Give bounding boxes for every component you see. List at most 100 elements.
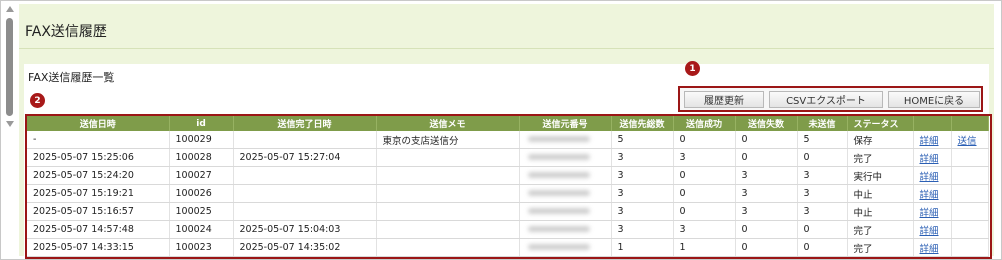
cell-memo xyxy=(376,238,520,257)
history-table-container: 送信日時 id 送信完了日時 送信メモ 送信元番号 送信先総数 送信成功 送信失… xyxy=(25,114,992,259)
header-memo[interactable]: 送信メモ xyxy=(376,116,520,131)
cell-success-count: 0 xyxy=(673,166,736,185)
cell-unsent-count: 0 xyxy=(797,220,848,239)
home-return-button[interactable]: HOMEに戻る xyxy=(888,91,980,108)
detail-link[interactable]: 詳細 xyxy=(913,166,952,185)
cell-source-number-redacted xyxy=(519,202,612,221)
detail-link[interactable]: 詳細 xyxy=(913,220,952,239)
header-completed-datetime[interactable]: 送信完了日時 xyxy=(233,116,377,131)
cell-unsent-count: 3 xyxy=(797,184,848,203)
redaction-blur xyxy=(527,154,590,160)
header-success-count[interactable]: 送信成功 xyxy=(673,116,736,131)
cell-id: 100028 xyxy=(169,148,234,167)
header-failure-count[interactable]: 送信失数 xyxy=(735,116,798,131)
cell-success-count: 3 xyxy=(673,220,736,239)
cell-source-number-redacted xyxy=(519,184,612,203)
cell-memo: 東京の支店送信分 xyxy=(376,131,520,149)
cell-id: 100025 xyxy=(169,202,234,221)
list-subtitle: FAX送信履歴一覧 xyxy=(28,71,115,84)
cell-memo xyxy=(376,184,520,203)
cell-status: 保存 xyxy=(847,131,914,149)
scroll-up-arrow-icon[interactable] xyxy=(6,6,14,12)
callout-badge-1: 1 xyxy=(685,61,700,76)
cell-empty xyxy=(951,220,989,239)
cell-completed-datetime xyxy=(233,166,377,185)
cell-empty xyxy=(951,148,989,167)
redaction-blur xyxy=(527,244,590,250)
detail-link[interactable]: 詳細 xyxy=(913,131,952,149)
cell-failure-count: 0 xyxy=(735,238,798,257)
table-row: - 100029 東京の支店送信分 5 0 0 5 保存 詳細 送信 xyxy=(27,131,989,149)
header-sent-datetime[interactable]: 送信日時 xyxy=(27,116,170,131)
cell-memo xyxy=(376,148,520,167)
scroll-down-arrow-icon[interactable] xyxy=(6,121,14,127)
redaction-blur xyxy=(527,136,590,142)
cell-id: 100029 xyxy=(169,131,234,149)
cell-completed-datetime: 2025-05-07 15:27:04 xyxy=(233,148,377,167)
cell-success-count: 0 xyxy=(673,202,736,221)
cell-total-recipients: 3 xyxy=(611,202,674,221)
cell-unsent-count: 3 xyxy=(797,202,848,221)
detail-link[interactable]: 詳細 xyxy=(913,184,952,203)
header-unsent-count[interactable]: 未送信 xyxy=(797,116,848,131)
header-status[interactable]: ステータス xyxy=(847,116,914,131)
csv-export-button[interactable]: CSVエクスポート xyxy=(769,91,883,108)
redaction-blur xyxy=(527,208,590,214)
history-update-button[interactable]: 履歴更新 xyxy=(684,91,764,108)
title-bar: FAX送信履歴 xyxy=(19,4,994,49)
cell-status: 中止 xyxy=(847,184,914,203)
cell-failure-count: 0 xyxy=(735,131,798,149)
cell-memo xyxy=(376,202,520,221)
cell-source-number-redacted xyxy=(519,166,612,185)
cell-id: 100027 xyxy=(169,166,234,185)
cell-unsent-count: 0 xyxy=(797,148,848,167)
table-row: 2025-05-07 15:24:20 100027 3 0 3 3 実行中 詳… xyxy=(27,166,989,185)
cell-empty xyxy=(951,202,989,221)
cell-success-count: 0 xyxy=(673,184,736,203)
table-row: 2025-05-07 14:57:48 100024 2025-05-07 15… xyxy=(27,220,989,239)
cell-completed-datetime xyxy=(233,202,377,221)
cell-sent-datetime: 2025-05-07 15:19:21 xyxy=(27,184,170,203)
cell-failure-count: 0 xyxy=(735,220,798,239)
cell-total-recipients: 1 xyxy=(611,238,674,257)
detail-link[interactable]: 詳細 xyxy=(913,238,952,257)
header-total-recipients[interactable]: 送信先総数 xyxy=(611,116,674,131)
vertical-scrollbar[interactable] xyxy=(3,4,17,256)
cell-sent-datetime: 2025-05-07 14:33:15 xyxy=(27,238,170,257)
table-header-row: 送信日時 id 送信完了日時 送信メモ 送信元番号 送信先総数 送信成功 送信失… xyxy=(27,116,989,131)
cell-failure-count: 0 xyxy=(735,148,798,167)
cell-sent-datetime: 2025-05-07 15:24:20 xyxy=(27,166,170,185)
table-row: 2025-05-07 15:25:06 100028 2025-05-07 15… xyxy=(27,148,989,167)
cell-completed-datetime xyxy=(233,131,377,149)
cell-unsent-count: 3 xyxy=(797,166,848,185)
detail-link[interactable]: 詳細 xyxy=(913,148,952,167)
header-id[interactable]: id xyxy=(169,116,234,131)
redaction-blur xyxy=(527,190,590,196)
action-button-group: 履歴更新 CSVエクスポート HOMEに戻る xyxy=(678,86,983,112)
header-source-number[interactable]: 送信元番号 xyxy=(519,116,612,131)
detail-link[interactable]: 詳細 xyxy=(913,202,952,221)
cell-unsent-count: 0 xyxy=(797,238,848,257)
cell-sent-datetime: 2025-05-07 14:57:48 xyxy=(27,220,170,239)
send-link[interactable]: 送信 xyxy=(951,131,989,149)
cell-unsent-count: 5 xyxy=(797,131,848,149)
table-row: 2025-05-07 15:16:57 100025 3 0 3 3 中止 詳細 xyxy=(27,202,989,221)
fax-history-table: 送信日時 id 送信完了日時 送信メモ 送信元番号 送信先総数 送信成功 送信失… xyxy=(27,116,989,257)
cell-source-number-redacted xyxy=(519,131,612,149)
cell-source-number-redacted xyxy=(519,238,612,257)
cell-completed-datetime: 2025-05-07 15:04:03 xyxy=(233,220,377,239)
cell-failure-count: 3 xyxy=(735,184,798,203)
cell-id: 100024 xyxy=(169,220,234,239)
cell-completed-datetime: 2025-05-07 14:35:02 xyxy=(233,238,377,257)
header-action-detail xyxy=(913,116,952,131)
cell-id: 100026 xyxy=(169,184,234,203)
cell-status: 完了 xyxy=(847,148,914,167)
cell-memo xyxy=(376,220,520,239)
cell-total-recipients: 3 xyxy=(611,148,674,167)
cell-completed-datetime xyxy=(233,184,377,203)
cell-total-recipients: 5 xyxy=(611,131,674,149)
cell-empty xyxy=(951,166,989,185)
cell-status: 完了 xyxy=(847,220,914,239)
scrollbar-thumb[interactable] xyxy=(6,18,13,116)
cell-total-recipients: 3 xyxy=(611,184,674,203)
